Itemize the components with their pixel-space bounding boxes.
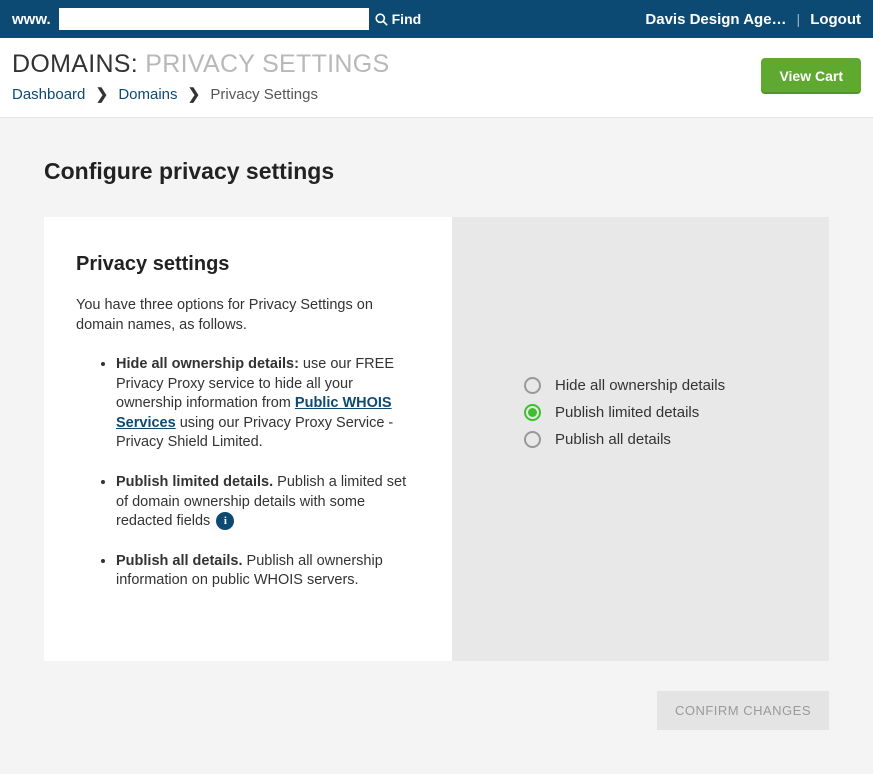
radio-hide-all[interactable]: Hide all ownership details <box>524 377 809 394</box>
radio-publish-all[interactable]: Publish all details <box>524 431 809 448</box>
find-label: Find <box>392 11 422 27</box>
breadcrumb: Dashboard ❯ Domains ❯ Privacy Settings <box>12 85 761 103</box>
page-header: DOMAINS: PRIVACY SETTINGS Dashboard ❯ Do… <box>0 38 873 118</box>
option-desc-limited: Publish limited details. Publish a limit… <box>116 473 420 532</box>
search-icon <box>375 13 388 26</box>
radio-icon <box>524 431 541 448</box>
main-heading: Configure privacy settings <box>44 158 829 185</box>
chevron-right-icon: ❯ <box>96 86 109 103</box>
radio-publish-limited[interactable]: Publish limited details <box>524 404 809 421</box>
chevron-right-icon: ❯ <box>188 86 201 103</box>
settings-card: Privacy settings You have three options … <box>44 217 829 661</box>
info-icon[interactable]: i <box>216 512 234 530</box>
domain-search-input[interactable] <box>59 8 369 30</box>
breadcrumb-domains[interactable]: Domains <box>118 86 177 103</box>
option-desc-hide: Hide all ownership details: use our FREE… <box>116 355 420 453</box>
radio-label: Hide all ownership details <box>555 377 725 394</box>
page-title-suffix: PRIVACY SETTINGS <box>145 50 389 78</box>
view-cart-button[interactable]: View Cart <box>761 58 861 94</box>
settings-options-panel: Hide all ownership details Publish limit… <box>452 217 829 661</box>
page-title-prefix: DOMAINS: <box>12 50 145 78</box>
settings-description-panel: Privacy settings You have three options … <box>44 217 452 661</box>
top-bar: www. Find Davis Design Age… | Logout <box>0 0 873 38</box>
confirm-changes-button[interactable]: CONFIRM CHANGES <box>657 691 829 730</box>
account-name[interactable]: Davis Design Age… <box>645 11 786 28</box>
option-desc-limited-title: Publish limited details. <box>116 474 273 490</box>
breadcrumb-dashboard[interactable]: Dashboard <box>12 86 85 103</box>
radio-label: Publish limited details <box>555 404 699 421</box>
logout-link[interactable]: Logout <box>810 11 861 28</box>
radio-label: Publish all details <box>555 431 671 448</box>
breadcrumb-current: Privacy Settings <box>210 86 318 103</box>
radio-icon <box>524 377 541 394</box>
www-prefix: www. <box>12 11 51 28</box>
page-title: DOMAINS: PRIVACY SETTINGS <box>12 50 761 79</box>
option-desc-hide-title: Hide all ownership details: <box>116 356 299 372</box>
option-desc-all: Publish all details. Publish all ownersh… <box>116 552 420 591</box>
option-desc-all-title: Publish all details. <box>116 553 243 569</box>
topbar-separator: | <box>797 11 801 27</box>
radio-icon-selected <box>524 404 541 421</box>
panel-title: Privacy settings <box>76 253 420 276</box>
panel-intro: You have three options for Privacy Setti… <box>76 296 420 335</box>
find-button[interactable]: Find <box>375 11 422 27</box>
main-content: Configure privacy settings Privacy setti… <box>0 118 873 774</box>
